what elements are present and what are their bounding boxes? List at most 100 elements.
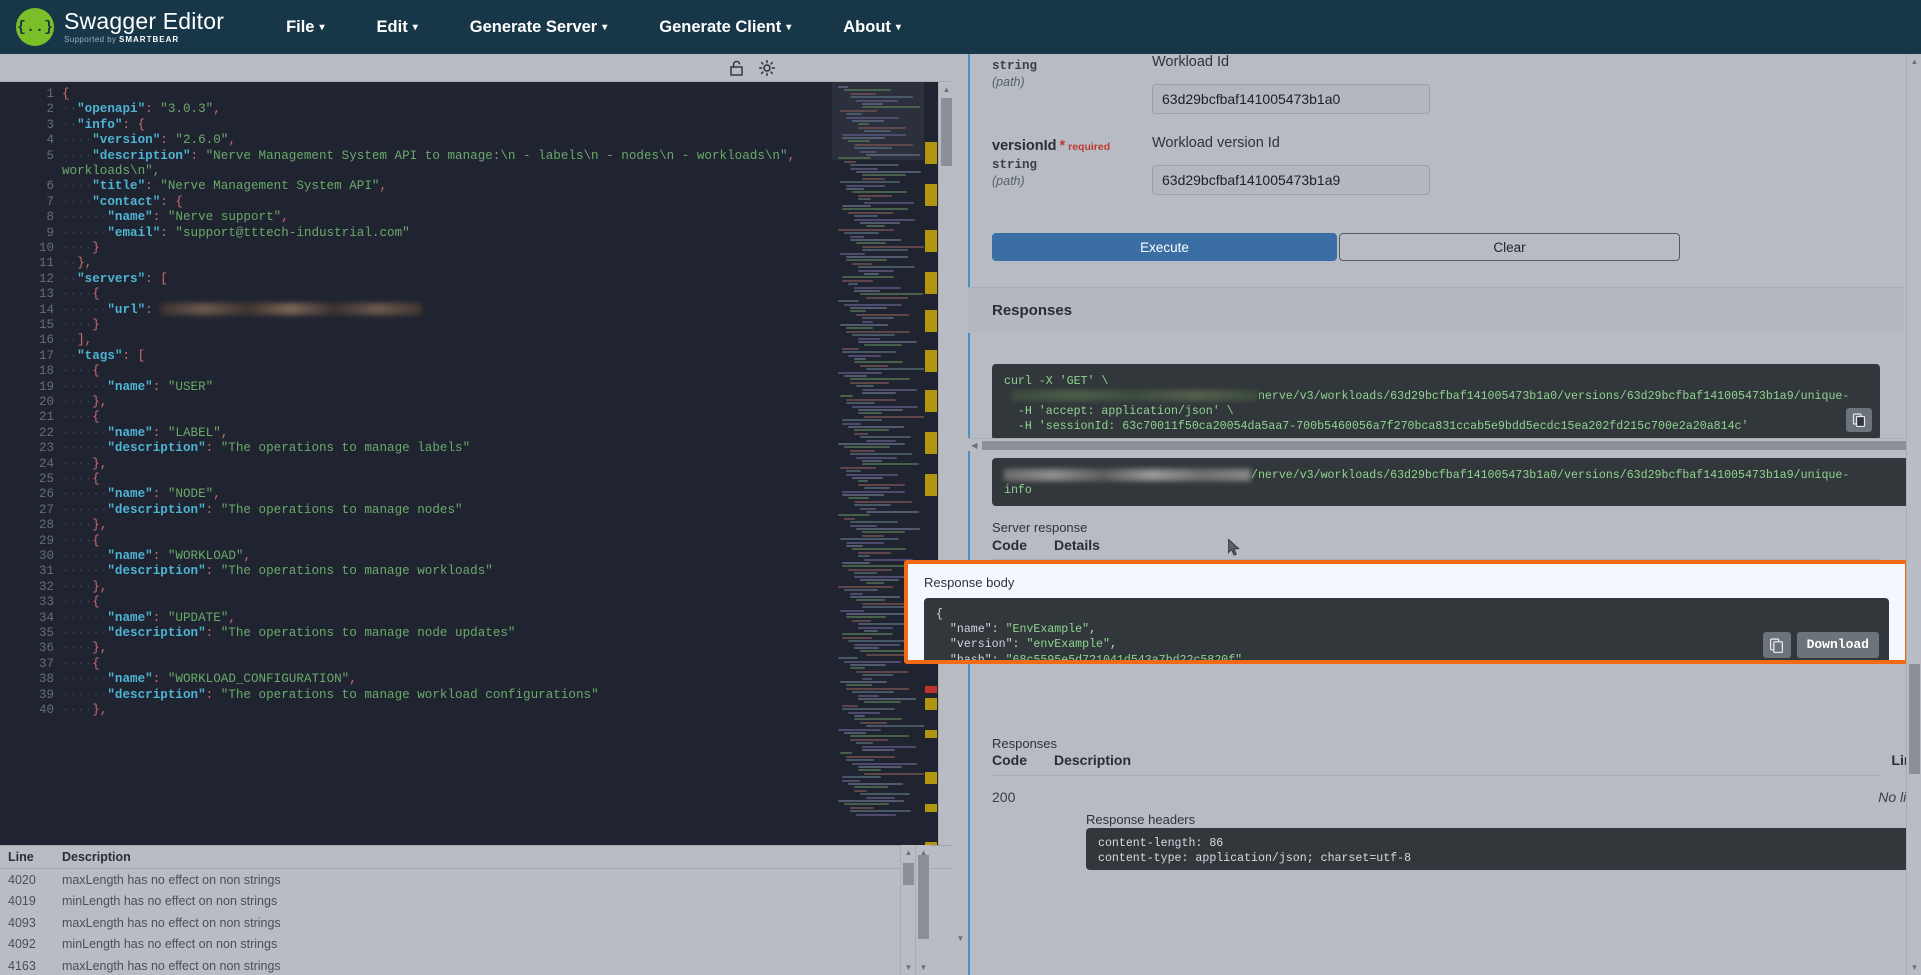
warning-marker[interactable] bbox=[925, 310, 937, 332]
editor-secondary-scrollbar[interactable]: ▲ ▼ bbox=[915, 845, 930, 975]
code-line[interactable]: ····"version": "2.6.0", bbox=[62, 133, 236, 148]
code-line[interactable]: ······"description": "The operations to … bbox=[62, 626, 516, 641]
code-line[interactable]: ····{ bbox=[62, 410, 100, 425]
download-button[interactable]: Download bbox=[1797, 632, 1879, 658]
warning-marker[interactable] bbox=[925, 698, 937, 710]
swagger-vscroll-thumb[interactable] bbox=[1909, 664, 1920, 774]
scroll-up-arrow-icon[interactable]: ▲ bbox=[1907, 54, 1921, 69]
warning-marker[interactable] bbox=[925, 230, 937, 252]
code-line[interactable]: ··], bbox=[62, 333, 92, 348]
code-line[interactable]: ··"openapi": "3.0.3", bbox=[62, 102, 221, 117]
warning-marker[interactable] bbox=[925, 390, 937, 412]
code-line[interactable]: ······"name": "WORKLOAD", bbox=[62, 549, 251, 564]
warning-marker[interactable] bbox=[925, 432, 937, 454]
warning-marker[interactable] bbox=[925, 272, 937, 294]
warning-marker[interactable] bbox=[925, 772, 937, 784]
error-row[interactable]: 4019minLength has no effect on non strin… bbox=[0, 891, 953, 913]
warning-marker[interactable] bbox=[925, 474, 937, 496]
scroll-down-arrow-icon[interactable]: ▼ bbox=[901, 960, 916, 975]
code-line[interactable]: ····{ bbox=[62, 287, 100, 302]
swagger-pane-scrollbar[interactable]: ▲ ▼ bbox=[1906, 54, 1921, 975]
code-line[interactable]: ····}, bbox=[62, 580, 107, 595]
code-line[interactable]: ····{ bbox=[62, 657, 100, 672]
code-line[interactable]: ······"name": "UPDATE", bbox=[62, 611, 236, 626]
code-line[interactable]: ······"url": bbox=[62, 303, 422, 318]
overview-ruler-markers[interactable] bbox=[924, 82, 938, 899]
code-line[interactable]: ····{ bbox=[62, 472, 100, 487]
copy-response-icon[interactable] bbox=[1763, 632, 1791, 658]
warning-marker[interactable] bbox=[925, 142, 937, 164]
code-line[interactable]: ··"tags": [ bbox=[62, 349, 145, 364]
code-minimap[interactable] bbox=[832, 82, 924, 899]
curl-horizontal-scrollbar[interactable]: ◀ ▶ bbox=[968, 438, 1904, 451]
execute-button[interactable]: Execute bbox=[992, 233, 1337, 261]
code-line[interactable]: ··}, bbox=[62, 256, 92, 271]
code-line[interactable]: ····} bbox=[62, 318, 100, 333]
warning-marker[interactable] bbox=[925, 730, 937, 738]
warning-marker[interactable] bbox=[925, 350, 937, 372]
code-line[interactable]: ····{ bbox=[62, 595, 100, 610]
editor-vertical-scrollbar[interactable]: ▲ ▼ bbox=[938, 82, 953, 899]
code-line[interactable]: ··"info": { bbox=[62, 118, 145, 133]
code-line[interactable]: ····"title": "Nerve Management System AP… bbox=[62, 179, 387, 194]
error-row[interactable]: 4020maxLength has no effect on non strin… bbox=[0, 869, 953, 891]
code-line[interactable]: ······"description": "The operations to … bbox=[62, 564, 493, 579]
scroll-down-arrow-icon[interactable]: ▼ bbox=[1907, 960, 1921, 975]
errors-vertical-scrollbar[interactable]: ▲ ▼ bbox=[900, 845, 915, 975]
source-code[interactable]: {··"openapi": "3.0.3",··"info": {····"ve… bbox=[62, 82, 832, 899]
splitter-collapse-icon[interactable]: ▼ bbox=[953, 931, 968, 946]
code-line[interactable]: ····}, bbox=[62, 703, 107, 718]
menu-generate-client[interactable]: Generate Client▾ bbox=[649, 12, 801, 43]
code-line[interactable]: ····}, bbox=[62, 518, 107, 533]
scroll-up-arrow-icon[interactable]: ▲ bbox=[939, 82, 954, 97]
code-line[interactable]: ······"name": "USER" bbox=[62, 380, 213, 395]
editor-secondary-scroll-thumb[interactable] bbox=[918, 855, 929, 939]
code-line[interactable]: ····}, bbox=[62, 457, 107, 472]
workloadid-input[interactable] bbox=[1152, 84, 1430, 114]
error-row[interactable]: 4163maxLength has no effect on non strin… bbox=[0, 955, 953, 975]
code-line[interactable]: ······"email": "support@tttech-industria… bbox=[62, 226, 410, 241]
copy-curl-icon[interactable] bbox=[1846, 408, 1872, 432]
code-line[interactable]: ····{ bbox=[62, 364, 100, 379]
editor-vscroll-thumb[interactable] bbox=[941, 98, 952, 166]
scroll-up-arrow-icon[interactable]: ▲ bbox=[901, 845, 916, 860]
error-marker[interactable] bbox=[925, 686, 937, 693]
code-line[interactable]: ······"name": "NODE", bbox=[62, 487, 221, 502]
code-line[interactable]: ····} bbox=[62, 241, 100, 256]
code-line[interactable]: ····}, bbox=[62, 395, 107, 410]
minimap-line bbox=[862, 531, 905, 533]
menu-about[interactable]: About▾ bbox=[833, 12, 911, 43]
errors-vscroll-thumb[interactable] bbox=[903, 863, 914, 885]
scroll-down-arrow-icon[interactable]: ▼ bbox=[916, 960, 931, 975]
code-line[interactable]: ····{ bbox=[62, 534, 100, 549]
code-line[interactable]: ····"description": "Nerve Management Sys… bbox=[62, 149, 795, 164]
error-row[interactable]: 4093maxLength has no effect on non strin… bbox=[0, 912, 953, 934]
code-line[interactable]: ······"name": "WORKLOAD_CONFIGURATION", bbox=[62, 672, 357, 687]
code-line[interactable]: ······"name": "LABEL", bbox=[62, 426, 228, 441]
code-line[interactable]: ··"servers": [ bbox=[62, 272, 168, 287]
menu-edit[interactable]: Edit▾ bbox=[367, 12, 428, 43]
scroll-left-arrow-icon[interactable]: ◀ bbox=[968, 439, 981, 452]
curl-command-block[interactable]: curl -X 'GET' \ nerve/v3/workloads/63d29… bbox=[992, 364, 1880, 440]
clear-button[interactable]: Clear bbox=[1339, 233, 1680, 261]
response-body-json-block[interactable]: { "name": "EnvExample", "version": "envE… bbox=[924, 598, 1889, 664]
code-line[interactable]: ····}, bbox=[62, 641, 107, 656]
error-row[interactable]: 4092minLength has no effect on non strin… bbox=[0, 934, 953, 956]
code-line[interactable]: ······"description": "The operations to … bbox=[62, 441, 470, 456]
code-line[interactable]: ······"description": "The operations to … bbox=[62, 688, 599, 703]
brand-logo-area[interactable]: {..} Swagger Editor Supported by SMARTBE… bbox=[16, 8, 224, 46]
sun-brightness-icon[interactable] bbox=[752, 54, 782, 82]
menu-file[interactable]: File▾ bbox=[276, 12, 334, 43]
pane-splitter[interactable]: ▼ bbox=[953, 54, 968, 975]
versionid-input[interactable] bbox=[1152, 165, 1430, 195]
curl-hscroll-thumb[interactable] bbox=[982, 441, 1921, 450]
code-line[interactable]: { bbox=[62, 87, 70, 102]
code-line[interactable]: ····"contact": { bbox=[62, 195, 183, 210]
menu-generate-server[interactable]: Generate Server▾ bbox=[460, 12, 618, 43]
code-text-area[interactable]: 1234567891011121314151617181920212223242… bbox=[0, 82, 968, 899]
code-line[interactable]: ······"description": "The operations to … bbox=[62, 503, 463, 518]
warning-marker[interactable] bbox=[925, 184, 937, 206]
warning-marker[interactable] bbox=[925, 804, 937, 812]
unlocked-padlock-icon[interactable] bbox=[722, 54, 752, 82]
code-line[interactable]: ······"name": "Nerve support", bbox=[62, 210, 289, 225]
